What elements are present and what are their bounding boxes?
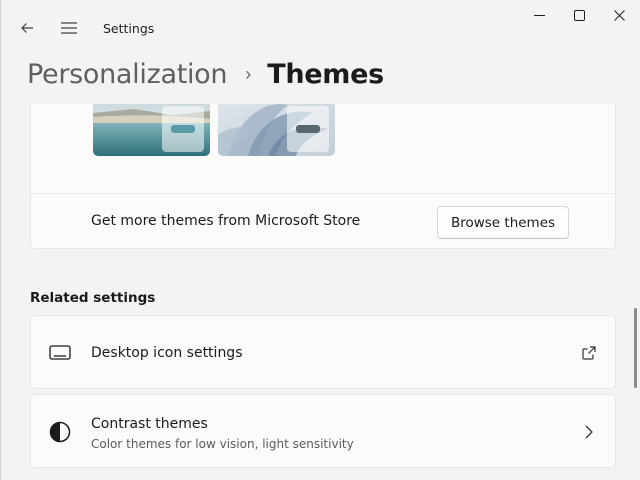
minimize-button[interactable] <box>519 4 559 30</box>
contrast-themes-card[interactable]: Contrast themes Color themes for low vis… <box>30 394 616 468</box>
minimize-icon <box>533 8 545 26</box>
chevron-right-icon <box>579 422 599 442</box>
theme-preview-badge <box>287 106 329 152</box>
store-text: Get more themes from Microsoft Store <box>91 213 361 229</box>
close-button[interactable] <box>599 4 639 30</box>
breadcrumb-parent[interactable]: Personalization <box>27 59 228 90</box>
breadcrumb-separator-icon: › <box>245 63 252 84</box>
settings-window: Settings Personalization › Themes Get mo… <box>0 0 640 480</box>
vertical-scrollbar[interactable] <box>634 308 637 388</box>
contrast-themes-description: Color themes for low vision, light sensi… <box>91 437 354 451</box>
page-title: Themes <box>267 58 384 90</box>
close-icon <box>613 8 625 26</box>
content-scroll-area[interactable]: Get more themes from Microsoft Store Bro… <box>1 104 640 480</box>
open-external-icon <box>579 343 599 363</box>
breadcrumb: Personalization › Themes <box>27 54 384 94</box>
browse-themes-button[interactable]: Browse themes <box>437 206 569 239</box>
theme-accent-bar <box>171 125 195 133</box>
title-bar: Settings <box>1 0 640 58</box>
theme-thumbnail-bloom[interactable] <box>218 104 335 156</box>
maximize-button[interactable] <box>559 4 599 30</box>
contrast-themes-label: Contrast themes <box>91 416 208 432</box>
desktop-icon <box>47 340 73 366</box>
desktop-icon-settings-card[interactable]: Desktop icon settings <box>30 315 616 389</box>
maximize-icon <box>573 8 585 26</box>
contrast-icon <box>47 419 73 445</box>
desktop-icon-settings-label: Desktop icon settings <box>91 345 243 361</box>
related-settings-title: Related settings <box>30 290 156 306</box>
hamburger-menu-icon[interactable] <box>57 16 81 40</box>
window-title: Settings <box>103 21 155 36</box>
theme-preview-badge <box>162 106 204 152</box>
theme-accent-bar <box>296 125 320 133</box>
theme-thumbnail-lake[interactable] <box>93 104 210 156</box>
themes-card: Get more themes from Microsoft Store Bro… <box>30 104 616 249</box>
microsoft-store-row: Get more themes from Microsoft Store Bro… <box>31 193 615 249</box>
back-arrow-icon[interactable] <box>15 16 39 40</box>
